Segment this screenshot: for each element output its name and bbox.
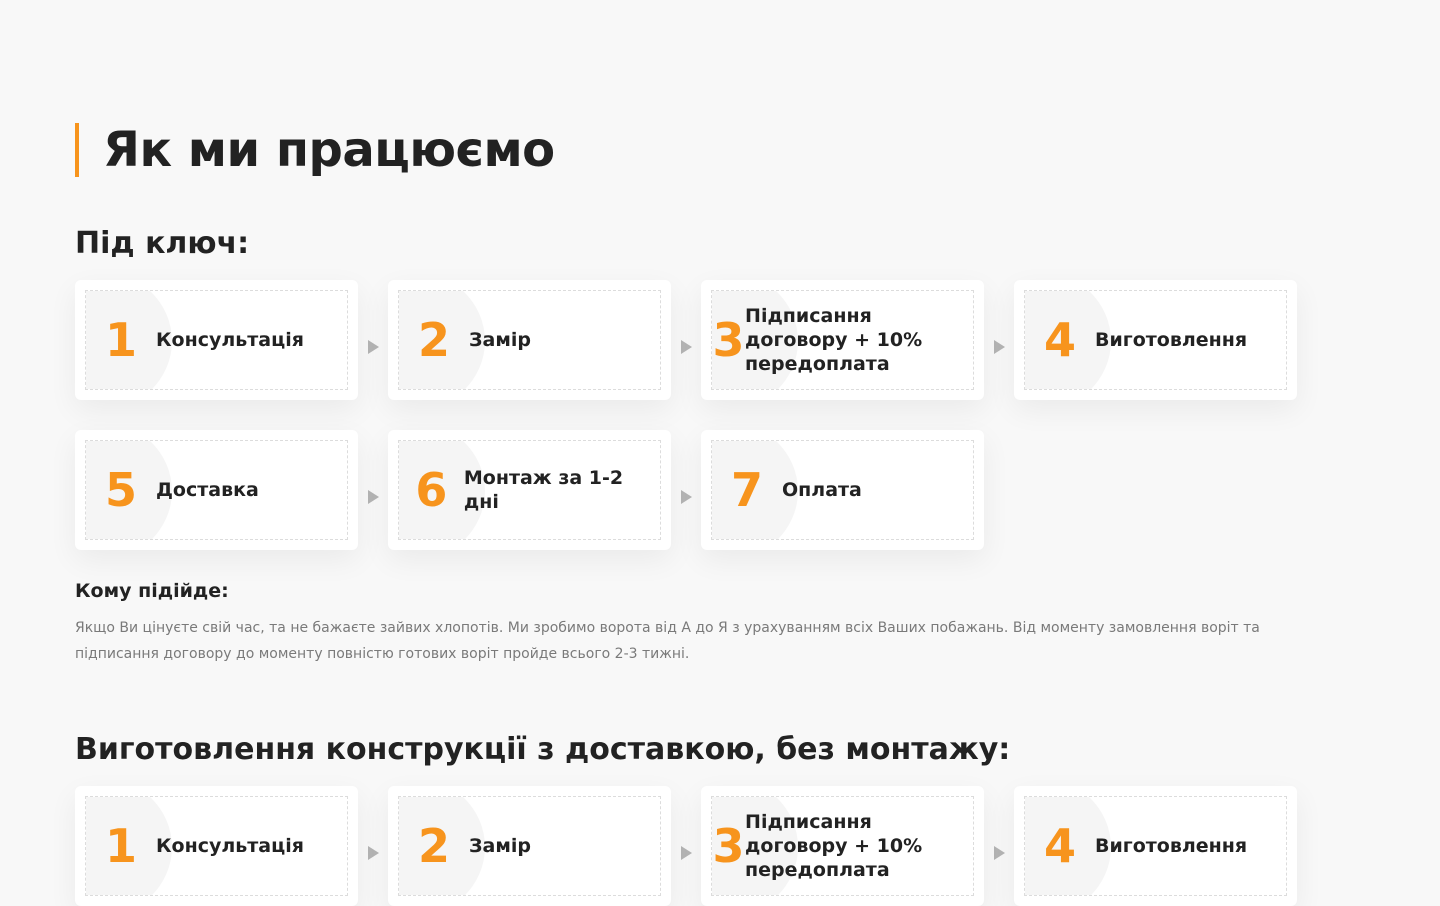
step-card-installation: 6 Монтаж за 1-2 дні (388, 430, 671, 550)
step-card-consultation: 1 Консультація (75, 280, 358, 400)
step-number: 6 (415, 463, 448, 517)
step-label: Замір (469, 329, 531, 351)
step-card-consultation: 1 Консультація (75, 786, 358, 906)
step-label: Оплата (782, 479, 862, 501)
step-label: Підписання договору + 10% передоплата (745, 305, 923, 375)
step-label: Підписання договору + 10% передоплата (745, 811, 923, 881)
turnkey-steps-row-1: 1 Консультація 2 Замір 3 Підписання дого… (75, 280, 1297, 400)
step-card-manufacturing: 4 Виготовлення (1014, 786, 1297, 906)
page-title-block: Як ми працюємо (75, 122, 555, 178)
step-number: 5 (104, 463, 137, 517)
turnkey-steps-row-2: 5 Доставка 6 Монтаж за 1-2 дні 7 Оплата (75, 430, 984, 550)
step-number: 4 (1043, 819, 1076, 873)
page-title: Як ми працюємо (103, 122, 555, 178)
who-fits-text: Якщо Ви цінуєте свій час, та не бажаєте … (75, 620, 1260, 662)
step-number: 1 (104, 819, 137, 873)
step-label: Замір (469, 835, 531, 857)
step-number: 4 (1043, 313, 1076, 367)
step-number: 3 (712, 819, 745, 873)
step-card-delivery: 5 Доставка (75, 430, 358, 550)
arrow-right-icon (358, 786, 388, 906)
arrow-right-icon (671, 430, 701, 550)
arrow-right-icon (358, 280, 388, 400)
step-card-payment: 7 Оплата (701, 430, 984, 550)
delivery-title: Виготовлення конструкції з доставкою, бе… (75, 732, 1011, 767)
step-label: Консультація (156, 329, 304, 351)
step-number: 2 (417, 313, 450, 367)
step-label: Доставка (156, 479, 259, 501)
step-card-contract: 3 Підписання договору + 10% передоплата (701, 280, 984, 400)
step-label: Монтаж за 1-2 дні (463, 467, 624, 513)
step-card-measurement: 2 Замір (388, 280, 671, 400)
step-card-contract: 3 Підписання договору + 10% передоплата (701, 786, 984, 906)
turnkey-title: Під ключ: (75, 226, 250, 261)
arrow-right-icon (671, 280, 701, 400)
delivery-steps-row: 1 Консультація 2 Замір 3 Підписання дого… (75, 786, 1297, 906)
step-label: Консультація (156, 835, 304, 857)
step-card-manufacturing: 4 Виготовлення (1014, 280, 1297, 400)
step-label: Виготовлення (1095, 835, 1248, 857)
step-card-measurement: 2 Замір (388, 786, 671, 906)
arrow-right-icon (358, 430, 388, 550)
arrow-right-icon (984, 786, 1014, 906)
step-number: 1 (104, 313, 137, 367)
step-number: 2 (417, 819, 450, 873)
step-label: Виготовлення (1095, 329, 1248, 351)
arrow-right-icon (984, 280, 1014, 400)
title-accent-bar (75, 123, 79, 177)
step-number: 7 (730, 463, 763, 517)
arrow-right-icon (671, 786, 701, 906)
who-fits-title: Кому підійде: (75, 580, 229, 602)
step-number: 3 (712, 313, 745, 367)
